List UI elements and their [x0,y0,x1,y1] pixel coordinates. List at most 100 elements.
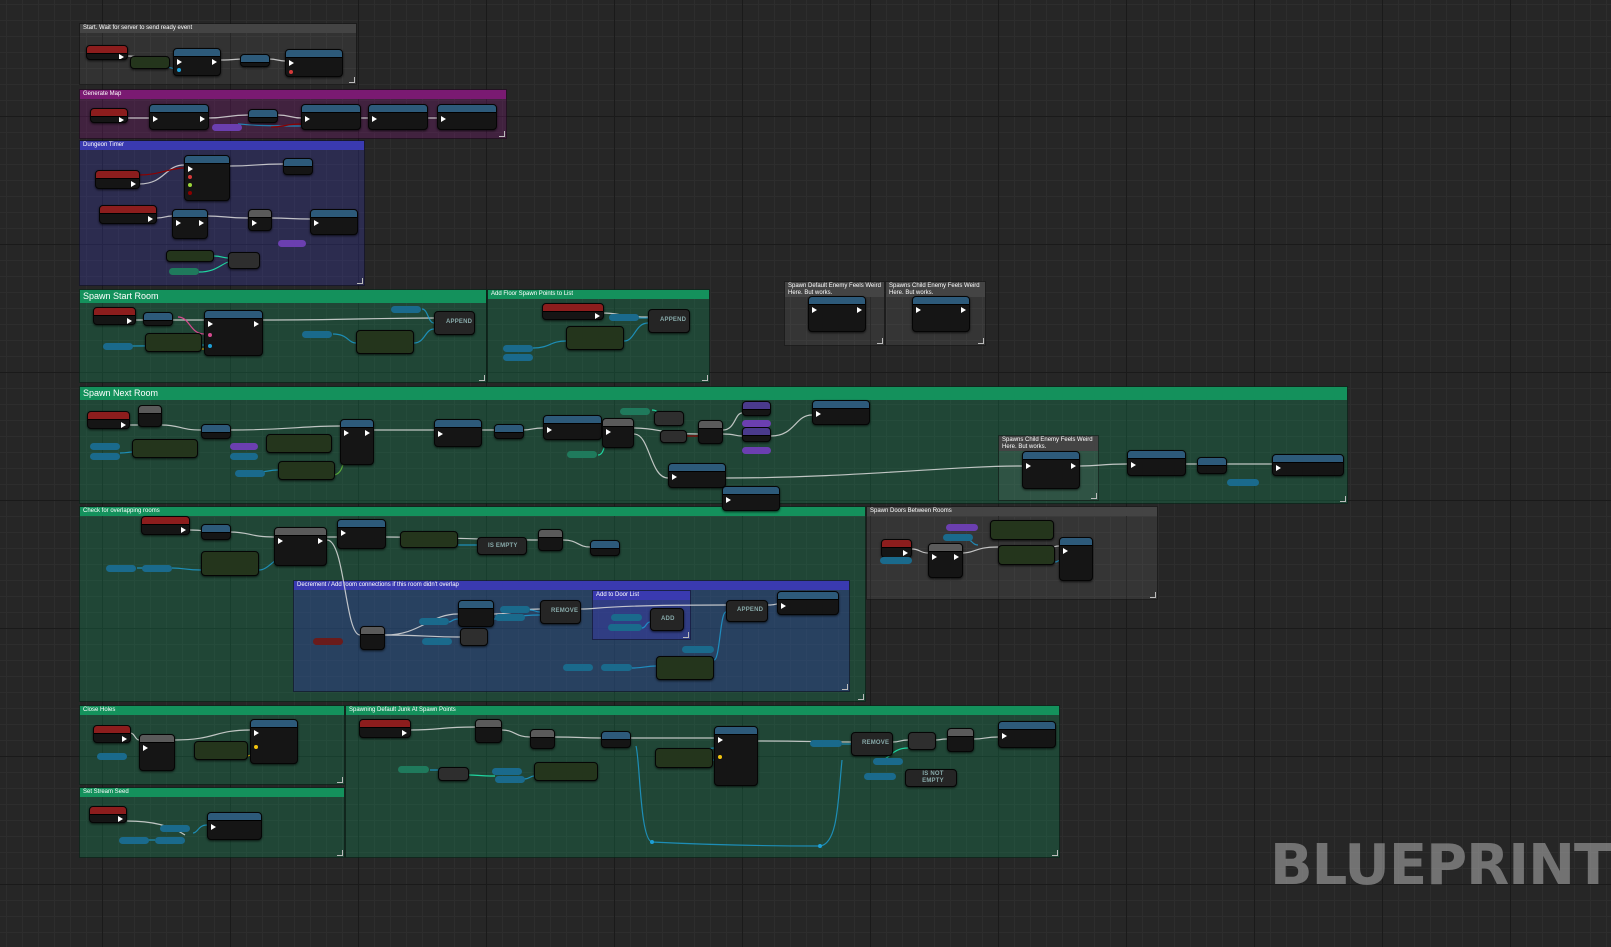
exec-in-pin[interactable] [341,530,346,536]
random-array-item-node[interactable] [534,762,598,781]
object-variable-pill[interactable] [419,618,449,625]
exec-out-pin[interactable] [212,59,217,65]
get-world-transform-node[interactable] [998,545,1055,565]
exec-out-pin[interactable] [961,307,966,313]
object-pin[interactable] [208,344,212,348]
data-wire[interactable] [523,775,535,780]
exec-out-pin[interactable] [200,116,205,122]
spawn-start-room-event-node[interactable] [93,307,136,325]
bool-pin[interactable] [188,191,192,195]
purple-variable-pill[interactable] [946,524,978,531]
exec-in-pin[interactable] [372,116,377,122]
exec-wire[interactable] [229,425,341,431]
bool-variable-pill[interactable] [313,638,343,645]
object-pin[interactable] [177,68,181,72]
get-world-transform-node[interactable] [278,461,335,480]
exec-in-pin[interactable] [211,824,216,830]
exec-in-pin[interactable] [438,431,443,437]
branch-node[interactable] [602,418,634,448]
spawn-actor-node[interactable] [340,419,374,465]
exec-wire[interactable] [767,603,778,606]
exec-out-pin[interactable] [122,736,127,742]
exec-in-pin[interactable] [1002,733,1007,739]
exec-wire[interactable] [271,217,311,220]
data-wire[interactable] [413,328,435,344]
get-overlapping-components-pure-node[interactable] [400,531,458,548]
spawn-enemy-node[interactable] [1022,451,1080,489]
data-wire[interactable] [198,261,229,273]
object-variable-pill[interactable] [601,664,632,671]
spawn-child-enemy-node[interactable] [912,296,970,332]
exec-out-pin[interactable] [402,730,407,736]
exec-wire[interactable] [129,732,140,741]
get-children-components-node[interactable] [356,330,414,354]
exec-out-pin[interactable] [121,422,126,428]
spawn-junk-call-node[interactable] [1127,450,1186,476]
object-variable-pill[interactable] [495,776,525,783]
event-pin[interactable] [289,70,293,74]
custom-event-node[interactable] [90,108,128,123]
check-dungeon-complete-event-node[interactable] [99,205,157,224]
data-wire[interactable] [171,567,202,571]
get-world-location-node[interactable] [655,748,713,768]
object-variable-pill[interactable] [880,557,912,564]
exec-wire[interactable] [962,546,999,554]
remove-macro-node[interactable]: REMOVE [851,732,893,756]
bind-event-node[interactable] [173,48,221,76]
spawn-actor-node[interactable] [250,719,298,764]
exec-in-pin[interactable] [252,220,257,226]
exec-wire[interactable] [973,736,999,740]
set-timer-handle-node[interactable] [283,158,313,175]
exec-in-pin[interactable] [781,603,786,609]
exec-wire[interactable] [554,736,602,739]
object-variable-pill[interactable] [500,606,530,613]
spawn-next-room-event-node[interactable] [87,411,130,429]
object-variable-pill[interactable] [230,453,258,460]
exec-wire[interactable] [935,738,948,741]
set-node[interactable] [494,424,524,439]
exec-out-pin[interactable] [857,307,862,313]
exec-in-pin[interactable] [932,554,937,560]
close-holes-event-node[interactable] [93,725,131,743]
exec-out-pin[interactable] [127,318,132,324]
random-array-item-node[interactable] [266,434,332,453]
clear-and-invalidate-timer-node[interactable] [1272,454,1344,476]
exec-out-pin[interactable] [131,181,136,187]
set-timer-by-event-node[interactable] [184,155,230,201]
spawn-junk-event-node[interactable] [359,719,411,738]
set-node[interactable] [601,731,631,748]
spawn-next-room-call-node[interactable] [812,400,870,425]
int-variable-pill[interactable] [169,268,199,275]
data-wire[interactable] [448,618,459,623]
purple-variable-pill[interactable] [742,420,771,427]
object-variable-pill[interactable] [103,343,133,350]
exec-in-pin[interactable] [278,538,283,544]
data-wire[interactable] [138,167,185,176]
get-world-transform-node[interactable] [145,333,202,352]
exec-wire[interactable] [911,548,929,554]
for-each-loop-node[interactable] [928,543,963,578]
append-macro-node[interactable]: APPEND [648,309,690,333]
object-variable-pill[interactable] [611,614,642,621]
sequence-node[interactable] [908,732,936,750]
get-children-components-node[interactable] [566,326,624,350]
get-time-node[interactable] [166,250,214,262]
object-variable-pill[interactable] [302,331,332,338]
blueprint-graph-canvas[interactable]: Start. Wait for server to send ready eve… [0,0,1611,947]
int-variable-pill[interactable] [620,408,650,415]
exec-wire[interactable] [522,427,544,431]
exec-in-pin[interactable] [916,307,921,313]
object-variable-pill[interactable] [608,624,642,631]
exec-wire[interactable] [770,414,813,437]
exec-in-pin[interactable] [1063,548,1068,554]
modulo-node[interactable] [654,411,684,426]
start-dungeon-timer-node[interactable] [368,104,428,130]
append-macro-node[interactable]: APPEND [434,311,475,335]
exec-in-pin[interactable] [441,116,446,122]
is-empty-macro-node[interactable]: IS EMPTY [477,537,527,555]
exec-in-pin[interactable] [153,116,158,122]
delay-node[interactable] [138,405,162,427]
exec-in-pin[interactable] [1026,463,1031,469]
set-node[interactable] [248,109,278,123]
object-variable-pill[interactable] [503,354,533,361]
